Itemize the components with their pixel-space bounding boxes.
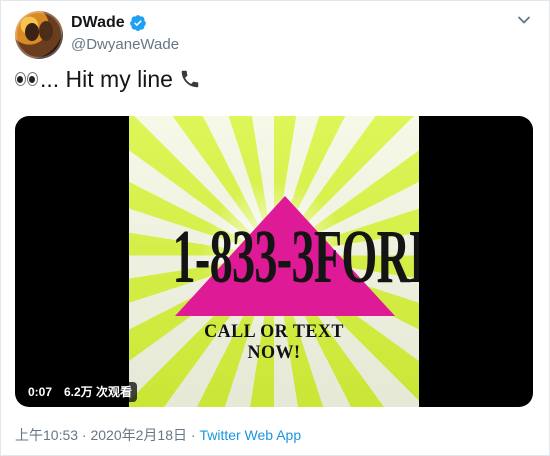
tweet-body: ... Hit my line [40,66,173,92]
verified-badge-icon [129,15,146,31]
poster-cta: CALL OR TEXT NOW! [136,321,412,363]
telephone-receiver-icon [181,70,199,88]
tweet-card: DWade @DwyaneWade ... Hit my line 1-833-… [0,0,550,456]
video-poster: 1-833-3FOREVA CALL OR TEXT NOW! [129,116,419,407]
video-player[interactable]: 1-833-3FOREVA CALL OR TEXT NOW! 0:07 6.2… [15,116,533,407]
source-app-link[interactable]: Twitter Web App [199,427,301,443]
video-views-badge: 6.2万 次观看 [59,382,138,402]
display-name[interactable]: DWade [71,13,125,33]
eye-left [15,72,26,86]
user-handle[interactable]: @DwyaneWade [71,35,179,55]
eye-right [27,72,38,86]
tweet-text: ... Hit my line [15,65,201,93]
avatar[interactable] [15,11,63,59]
poster-cta-line2: NOW! [247,342,301,363]
poster-phone-number: 1-833-3FOREVA [172,215,420,300]
chevron-down-icon[interactable] [515,13,533,31]
eyes-icon [15,72,38,86]
tweet-timestamp[interactable]: 上午10:53 · 2020年2月18日 [15,427,187,443]
tweet-footer: 上午10:53 · 2020年2月18日 · Twitter Web App [15,426,301,444]
author-block: DWade @DwyaneWade [71,13,179,55]
video-duration-badge: 0:07 [23,382,58,402]
tweet-header: DWade @DwyaneWade [15,11,537,61]
poster-cta-line1: CALL OR TEXT [204,321,344,342]
author-name-row[interactable]: DWade [71,13,147,33]
footer-separator: · [186,427,200,443]
caret-glyph [518,16,530,24]
